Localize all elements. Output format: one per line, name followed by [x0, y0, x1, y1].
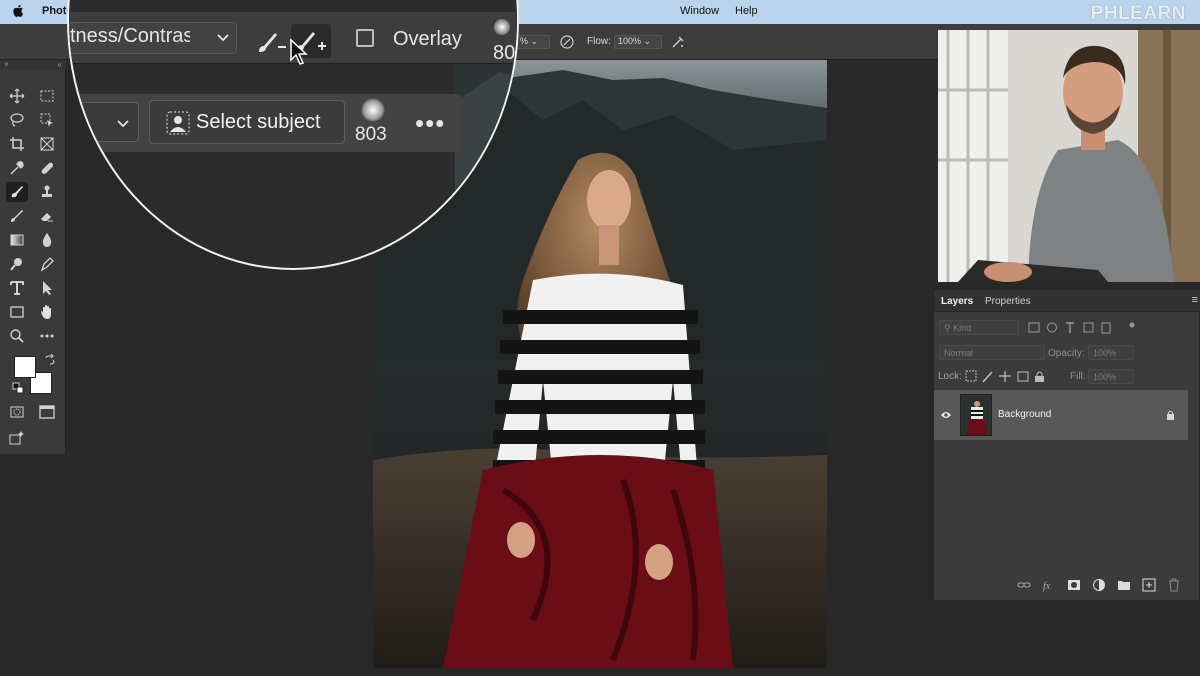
quick-select-brush-icon[interactable]: [6, 182, 28, 202]
chevron-down-icon: [217, 34, 229, 42]
generative-icon[interactable]: [6, 428, 28, 448]
more-tools-icon[interactable]: [36, 326, 58, 346]
layer-name: Background: [998, 409, 1052, 420]
move-icon[interactable]: [6, 86, 28, 106]
chevron-down-icon: [117, 120, 129, 128]
instructor-video-image: [938, 30, 1200, 282]
link-layers-icon[interactable]: [1017, 578, 1031, 592]
brush-size-value: 803: [355, 124, 387, 145]
select-subject-label: Select subject: [196, 110, 321, 133]
magnified-options-bar: tness/Contrast Overlay 80 Select subject…: [69, 0, 517, 268]
eyedropper-icon[interactable]: [6, 158, 28, 178]
layer-thumbnail: [960, 394, 992, 436]
apple-icon[interactable]: [12, 4, 24, 18]
default-colors-icon[interactable]: [12, 382, 24, 394]
mini-select-value: %: [520, 36, 529, 46]
lock-label: Lock:: [938, 371, 962, 382]
magnifier-loupe: tness/Contrast Overlay 80 Select subject…: [67, 0, 519, 270]
opacity-mini-select[interactable]: % ⌄: [516, 35, 550, 49]
screen-mode-icon[interactable]: [36, 402, 58, 422]
eraser-icon[interactable]: [36, 206, 58, 226]
add-mask-icon[interactable]: [1067, 578, 1081, 592]
instructor-webcam: [938, 30, 1200, 282]
adjustment-layer-icon[interactable]: [1092, 578, 1106, 592]
group-folder-icon[interactable]: [1117, 578, 1131, 592]
dodge-icon[interactable]: [6, 254, 28, 274]
brand-logo: PHLEARN: [1090, 3, 1186, 24]
eye-icon[interactable]: [940, 410, 952, 420]
fx-icon[interactable]: fx: [1042, 578, 1056, 592]
select-subject-button[interactable]: Select subject: [149, 100, 345, 144]
mouse-cursor-icon: [290, 38, 308, 65]
lock-icon: [1167, 410, 1174, 420]
menu-help[interactable]: Help: [735, 5, 758, 17]
brush-size-top: 80: [493, 42, 516, 64]
blur-icon[interactable]: [36, 230, 58, 250]
close-icon[interactable]: ×: [4, 60, 9, 69]
tab-properties[interactable]: Properties: [985, 296, 1031, 307]
frame-icon[interactable]: [36, 134, 58, 154]
blend-mode-select[interactable]: Normal: [939, 345, 1045, 360]
stamp-icon[interactable]: [36, 182, 58, 202]
gradient-icon[interactable]: [6, 230, 28, 250]
svg-text:fx: fx: [1043, 581, 1051, 592]
hand-icon[interactable]: [36, 302, 58, 322]
lasso-icon[interactable]: [6, 110, 28, 130]
layers-footer: fx: [934, 570, 1200, 600]
foreground-color-swatch[interactable]: [14, 356, 36, 378]
pressure-icon[interactable]: [559, 34, 575, 50]
flow-label: Flow:: [587, 36, 611, 47]
opacity-label: Opacity:: [1048, 348, 1085, 359]
opacity-field[interactable]: 100%: [1088, 345, 1134, 360]
filter-icons[interactable]: [1028, 321, 1178, 334]
context-select[interactable]: [69, 102, 139, 142]
crop-icon[interactable]: [6, 134, 28, 154]
panel-menu-icon[interactable]: ≡: [1192, 294, 1198, 306]
tool-preset-select[interactable]: tness/Contrast: [69, 22, 237, 54]
brush-icon[interactable]: [6, 206, 28, 226]
flow-value: 100%: [618, 36, 642, 46]
more-options-icon[interactable]: •••: [415, 108, 445, 139]
select-subject-icon: [166, 111, 190, 135]
lock-icons[interactable]: [965, 370, 1051, 383]
airbrush-icon[interactable]: [670, 34, 686, 50]
flow-select[interactable]: 100% ⌄: [614, 35, 662, 49]
healing-icon[interactable]: [36, 158, 58, 178]
collapse-icon[interactable]: «: [58, 60, 62, 69]
quick-mask-icon[interactable]: [6, 402, 28, 422]
brush-preview-top: [494, 19, 510, 35]
path-select-icon[interactable]: [36, 278, 58, 298]
marquee-icon[interactable]: [36, 86, 58, 106]
tab-layers[interactable]: Layers: [941, 296, 973, 307]
trash-icon[interactable]: [1167, 578, 1181, 592]
toolbar-grip[interactable]: × «: [0, 60, 66, 70]
kind-filter-label: Kind: [953, 323, 972, 333]
kind-filter-select[interactable]: ⚲ Kind: [939, 320, 1019, 335]
type-icon[interactable]: [6, 278, 28, 298]
tools-panel: × «: [0, 60, 66, 454]
menu-window[interactable]: Window: [680, 5, 719, 17]
photoshop-screen: Photo Window Help PHLEARN % ⌄ Flow: 100%…: [0, 0, 1200, 676]
rectangle-icon[interactable]: [6, 302, 28, 322]
tool-preset-value: tness/Contrast: [70, 25, 190, 47]
overlay-label: Overlay: [393, 28, 462, 50]
layer-row-background[interactable]: Background: [934, 390, 1188, 440]
zoom-icon[interactable]: [6, 326, 28, 346]
layers-panel: Layers Properties ≡ ⚲ Kind Normal Opacit…: [933, 289, 1200, 601]
subtract-brush-icon[interactable]: [257, 30, 287, 54]
fill-label: Fill:: [1070, 371, 1086, 382]
fill-field[interactable]: 100%: [1088, 369, 1134, 384]
object-select-icon[interactable]: [36, 110, 58, 130]
pen-icon[interactable]: [36, 254, 58, 274]
swap-colors-icon[interactable]: [44, 354, 56, 366]
new-layer-icon[interactable]: [1142, 578, 1156, 592]
panel-tabs: Layers Properties ≡: [934, 290, 1200, 312]
brush-preview-icon: [361, 98, 385, 122]
overlay-checkbox[interactable]: [356, 29, 374, 47]
